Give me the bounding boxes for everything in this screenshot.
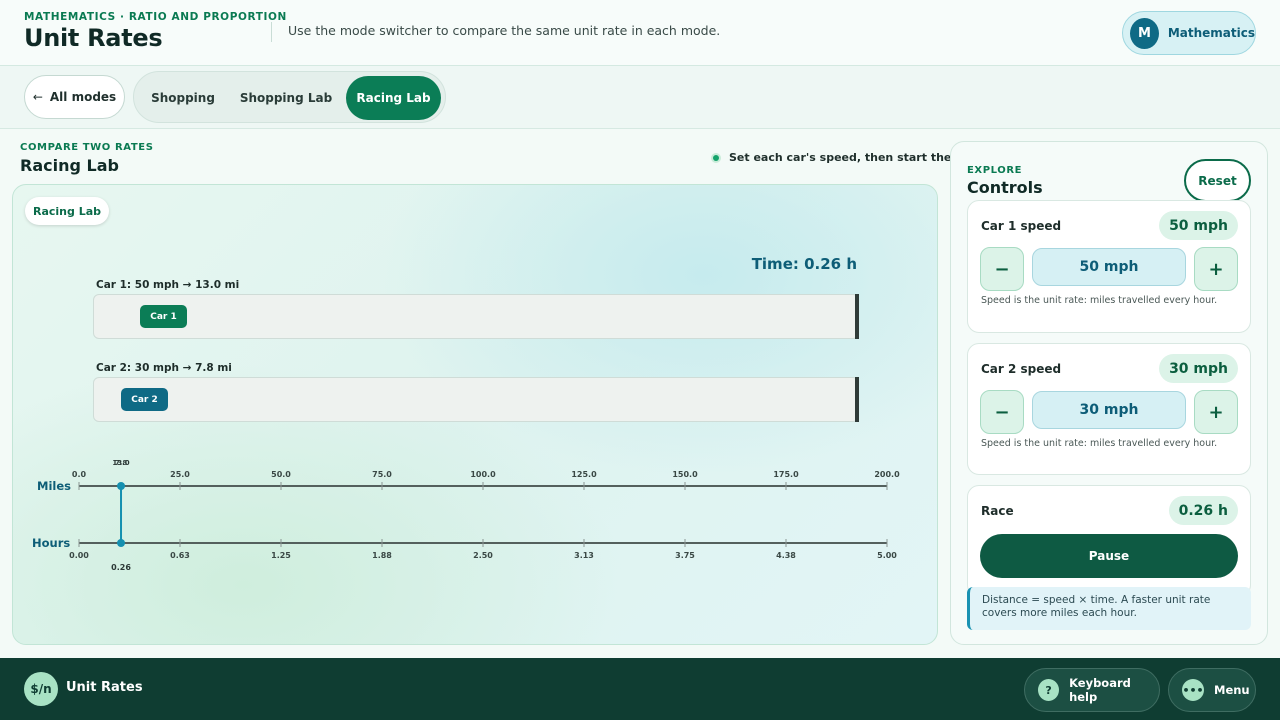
miles-marker-label: 7.8	[115, 459, 128, 467]
lane-2-track: Car 2	[93, 377, 859, 422]
finish-line	[855, 377, 859, 422]
stage-pill: Racing Lab	[25, 197, 109, 225]
hours-marker-label: 0.26	[111, 563, 131, 572]
keyboard-help-button[interactable]: ? Keyboard help	[1024, 668, 1160, 712]
keyboard-help-label: Keyboard help	[1069, 676, 1131, 704]
reset-button[interactable]: Reset	[1184, 159, 1251, 202]
car-2-speed-card: Car 2 speed 30 mph − 30 mph + Speed is t…	[967, 343, 1251, 475]
car-2-speed-label: Car 2 speed	[981, 362, 1062, 376]
car-1-speed-card: Car 1 speed 50 mph − 50 mph + Speed is t…	[967, 200, 1251, 333]
hint-text: Set each car's speed, then start the rac…	[729, 151, 987, 164]
car-1-speed-badge: 50 mph	[1159, 211, 1238, 240]
miles-axis-label: Miles	[37, 479, 71, 493]
car-2-speed-value[interactable]: 30 mph	[1032, 391, 1186, 429]
all-modes-label: All modes	[49, 90, 117, 104]
header-subtitle: Use the mode switcher to compare the sam…	[288, 23, 721, 38]
app-name: Unit Rates	[66, 680, 143, 695]
tab-shopping[interactable]: Shopping	[140, 76, 226, 120]
miles-tick-label: 25.0	[170, 470, 190, 479]
controls-eyebrow: EXPLORE	[967, 165, 1023, 176]
header-divider	[271, 22, 272, 42]
more-icon: •••	[1182, 679, 1204, 701]
miles-tick-label: 175.0	[773, 470, 799, 479]
hours-tick-label: 1.25	[271, 551, 291, 560]
miles-tick-label: 75.0	[372, 470, 392, 479]
miles-tick-label: 100.0	[470, 470, 496, 479]
hours-marker-point	[117, 539, 126, 547]
car-2-speed-badge: 30 mph	[1159, 354, 1238, 383]
menu-label: Menu	[1214, 683, 1250, 697]
header-eyebrow: MATHEMATICS · RATIO AND PROPORTION	[24, 11, 287, 23]
hours-tick-label: 2.50	[473, 551, 493, 560]
help-icon: ?	[1038, 679, 1060, 701]
controls-panel: EXPLORE Controls Reset Car 1 speed 50 mp…	[950, 141, 1268, 645]
status-dot-icon	[711, 152, 721, 163]
hours-tick-label: 3.75	[675, 551, 695, 560]
lane-1-track: Car 1	[93, 294, 859, 339]
hours-tick-label: 3.13	[574, 551, 594, 560]
miles-tick-label: 200.0	[874, 470, 900, 479]
tab-shopping-lab[interactable]: Shopping Lab	[234, 76, 338, 120]
race-stage: Racing Lab Time: 0.26 h Car 1: 50 mph → …	[12, 184, 938, 645]
menu-button[interactable]: ••• Menu	[1168, 668, 1256, 712]
car-2-token: Car 2	[121, 388, 168, 411]
miles-tick-label: 150.0	[672, 470, 698, 479]
race-timer: Time: 0.26 h	[751, 255, 857, 273]
car-2-help-text: Speed is the unit rate: miles travelled …	[981, 438, 1218, 449]
app-header: MATHEMATICS · RATIO AND PROPORTION Unit …	[0, 0, 1280, 66]
hours-tick-label: 5.00	[877, 551, 897, 560]
finish-line	[855, 294, 859, 339]
subject-label: Mathematics	[1167, 26, 1255, 40]
formula-note: Distance = speed × time. A faster unit r…	[967, 587, 1251, 630]
miles-marker-point	[117, 482, 126, 490]
section-title: Racing Lab	[20, 156, 119, 175]
hours-axis-label: Hours	[32, 536, 70, 550]
car-1-help-text: Speed is the unit rate: miles travelled …	[981, 295, 1218, 306]
race-card: Race 0.26 h Pause	[967, 485, 1251, 597]
race-label: Race	[981, 504, 1014, 518]
section-eyebrow: COMPARE TWO RATES	[20, 142, 154, 153]
miles-tick-label: 50.0	[271, 470, 291, 479]
car-1-speed-label: Car 1 speed	[981, 219, 1062, 233]
car-1-increase-button[interactable]: +	[1194, 247, 1238, 291]
mode-switcher: Shopping Shopping Lab Racing Lab	[133, 71, 446, 123]
hours-tick-label: 4.38	[776, 551, 796, 560]
lane-1-label: Car 1: 50 mph → 13.0 mi	[96, 279, 240, 291]
pause-button[interactable]: Pause	[980, 534, 1238, 578]
car-2-increase-button[interactable]: +	[1194, 390, 1238, 434]
subject-button[interactable]: M Mathematics	[1122, 11, 1256, 55]
car-1-decrease-button[interactable]: −	[980, 247, 1024, 291]
lane-2-label: Car 2: 30 mph → 7.8 mi	[96, 362, 232, 374]
page-title: Unit Rates	[24, 24, 163, 52]
hours-tick-label: 0.00	[69, 551, 89, 560]
hours-tick-label: 1.88	[372, 551, 392, 560]
car-1-token: Car 1	[140, 305, 187, 328]
mode-bar: ← All modes Shopping Shopping Lab Racing…	[0, 66, 1280, 129]
miles-tick-label: 0.0	[72, 470, 87, 479]
hours-tick-label: 0.63	[170, 551, 190, 560]
car-2-decrease-button[interactable]: −	[980, 390, 1024, 434]
subject-avatar: M	[1130, 17, 1159, 49]
controls-title: Controls	[967, 178, 1043, 197]
app-logo-icon: $/n	[24, 672, 58, 706]
tab-racing-lab[interactable]: Racing Lab	[346, 76, 441, 120]
miles-tick-label: 125.0	[571, 470, 597, 479]
arrow-left-icon: ←	[32, 90, 43, 104]
app-footer: $/n Unit Rates ? Keyboard help ••• Menu	[0, 658, 1280, 720]
race-time-badge: 0.26 h	[1168, 496, 1238, 525]
car-1-speed-value[interactable]: 50 mph	[1032, 248, 1186, 286]
all-modes-button[interactable]: ← All modes	[24, 75, 125, 119]
double-number-line: Miles Hours 0.0 0.00 25.0 0.63 50.0 1.25 75.0 1.8…	[32, 459, 900, 572]
instruction-hint: Set each car's speed, then start the rac…	[711, 151, 986, 164]
